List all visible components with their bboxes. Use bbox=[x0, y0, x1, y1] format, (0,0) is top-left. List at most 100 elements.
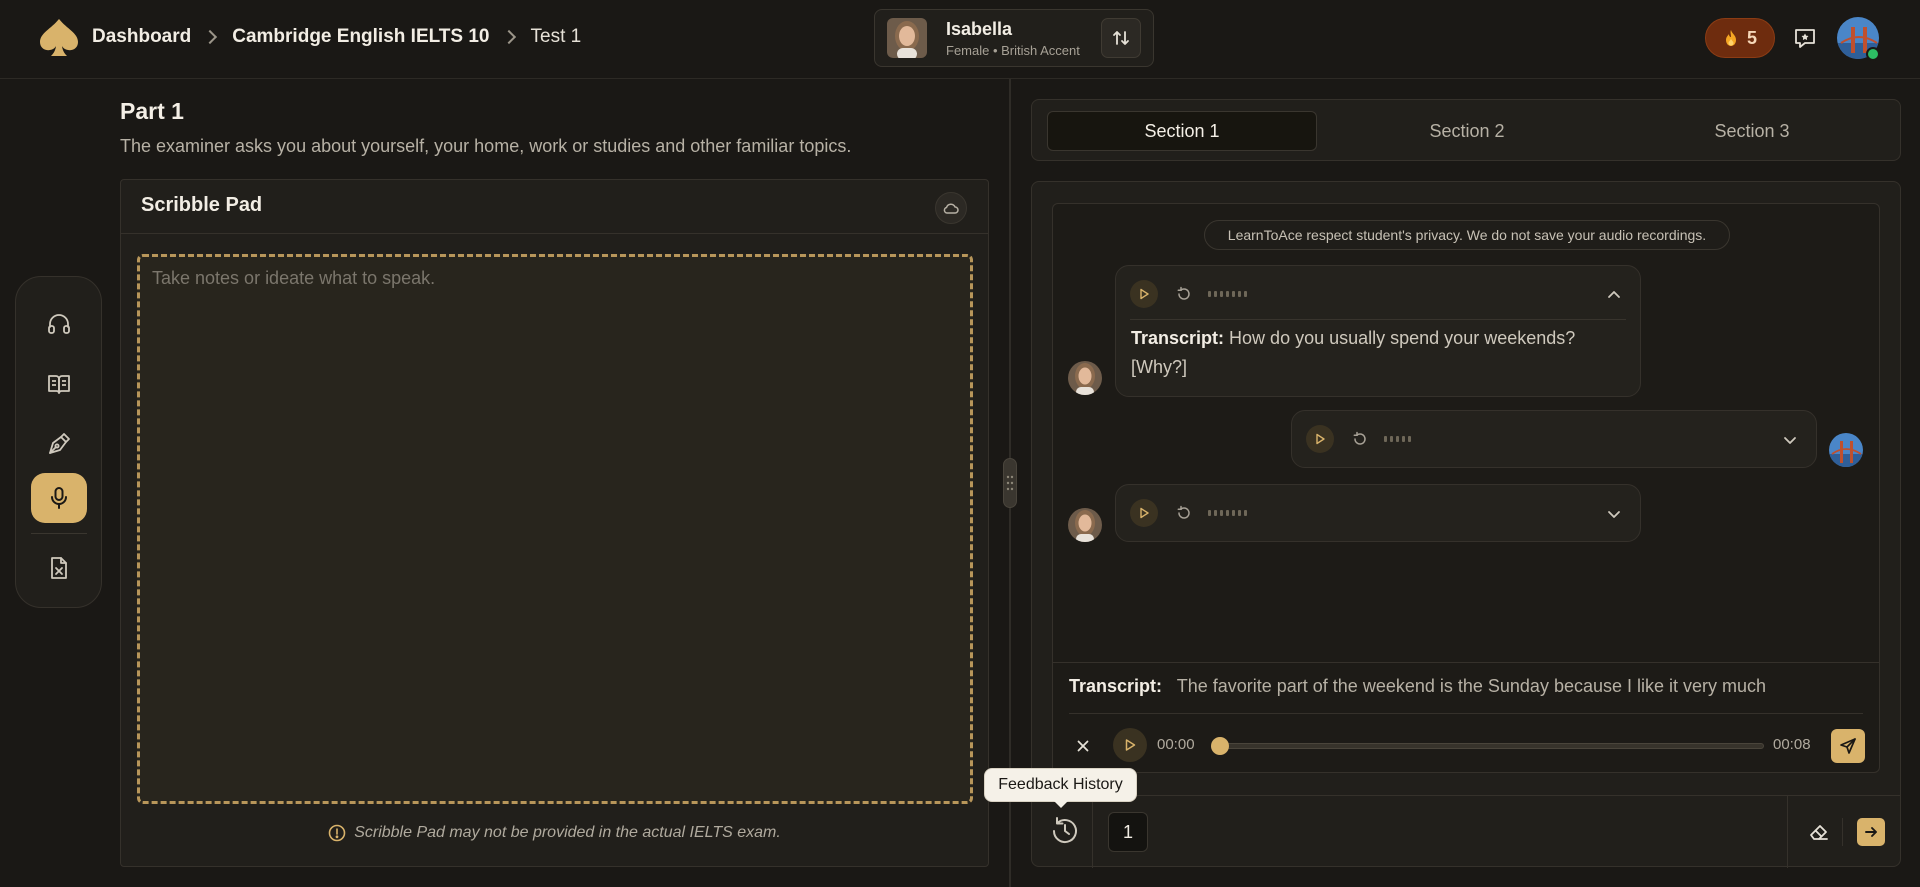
spade-logo-icon[interactable] bbox=[37, 17, 81, 59]
close-icon[interactable] bbox=[1073, 736, 1093, 756]
examiner-avatar bbox=[887, 18, 927, 58]
current-time: 00:00 bbox=[1157, 736, 1195, 753]
live-transcript: Transcript: The favorite part of the wee… bbox=[1069, 676, 1766, 697]
headphones-icon bbox=[48, 314, 70, 334]
file-x-icon bbox=[51, 557, 67, 579]
send-icon bbox=[1840, 738, 1856, 754]
chevron-right-icon bbox=[203, 29, 218, 45]
footer-separator bbox=[1787, 796, 1788, 868]
next-button[interactable] bbox=[1857, 818, 1885, 846]
open-book-icon bbox=[48, 375, 70, 394]
alert-circle-icon bbox=[328, 824, 346, 842]
panel-footer: 1 bbox=[1032, 795, 1900, 868]
replay-icon[interactable] bbox=[1352, 431, 1368, 447]
top-bar: Dashboard Cambridge English IELTS 10 Tes… bbox=[0, 0, 1920, 79]
splitter-drag-handle[interactable] bbox=[1003, 458, 1017, 508]
breadcrumb-dashboard[interactable]: Dashboard bbox=[92, 26, 191, 48]
live-transcript-label: Transcript: bbox=[1069, 676, 1163, 696]
examiner-message-avatar bbox=[1068, 361, 1102, 395]
privacy-notice: LearnToAce respect student's privacy. We… bbox=[1204, 220, 1730, 250]
chevron-down-icon[interactable] bbox=[1606, 506, 1622, 522]
examiner-transcript: Transcript: How do you usually spend you… bbox=[1131, 324, 1621, 382]
scribble-pad-note: Scribble Pad may not be provided in the … bbox=[121, 824, 988, 842]
chevron-up-icon[interactable] bbox=[1606, 287, 1622, 303]
feedback-history-tooltip: Feedback History bbox=[984, 768, 1137, 802]
voice-details: Female • British Accent bbox=[946, 43, 1080, 58]
recorder-divider bbox=[1069, 713, 1863, 714]
audio-waveform bbox=[1208, 291, 1247, 297]
play-icon bbox=[1140, 507, 1149, 519]
examiner-voice-card: Isabella Female • British Accent bbox=[874, 9, 1154, 67]
breadcrumb-book[interactable]: Cambridge English IELTS 10 bbox=[232, 26, 489, 48]
cloud-icon bbox=[943, 203, 959, 214]
audio-waveform bbox=[1384, 436, 1411, 442]
rail-speaking[interactable] bbox=[31, 473, 87, 523]
chevron-down-icon[interactable] bbox=[1782, 432, 1798, 448]
tooltip-arrow bbox=[1054, 801, 1068, 808]
tab-section-1[interactable]: Section 1 bbox=[1047, 111, 1317, 151]
play-audio-button[interactable] bbox=[1130, 499, 1158, 527]
conversation-area: LearnToAce respect student's privacy. We… bbox=[1052, 203, 1880, 773]
replay-icon[interactable] bbox=[1176, 505, 1192, 521]
online-status-dot bbox=[1866, 47, 1880, 61]
scribble-pad: Scribble Pad Scribble Pad may not be pro… bbox=[120, 179, 989, 867]
play-audio-button[interactable] bbox=[1306, 425, 1334, 453]
streak-badge[interactable]: 5 bbox=[1705, 18, 1775, 58]
section-tabs: Section 1 Section 2 Section 3 bbox=[1031, 99, 1901, 161]
recorder-divider bbox=[1053, 662, 1879, 663]
rail-reading[interactable] bbox=[31, 359, 87, 409]
transcript-label: Transcript: bbox=[1131, 328, 1225, 348]
eraser-icon[interactable] bbox=[1807, 820, 1831, 844]
scribble-textarea[interactable] bbox=[137, 254, 973, 804]
part-description: The examiner asks you about yourself, yo… bbox=[120, 136, 852, 156]
play-recording-button[interactable] bbox=[1113, 728, 1147, 762]
play-icon bbox=[1316, 433, 1325, 445]
audio-waveform bbox=[1208, 510, 1247, 516]
chevron-right-icon bbox=[501, 29, 516, 45]
examiner-message-avatar bbox=[1068, 508, 1102, 542]
examiner-message-bubble bbox=[1115, 484, 1641, 542]
pen-nib-icon bbox=[49, 433, 70, 454]
voice-name: Isabella bbox=[946, 19, 1013, 39]
playback-thumb[interactable] bbox=[1211, 737, 1229, 755]
feedback-message-icon[interactable] bbox=[1792, 25, 1818, 51]
play-icon bbox=[1125, 739, 1136, 751]
play-icon bbox=[1140, 288, 1149, 300]
speaking-panel: LearnToAce respect student's privacy. We… bbox=[1031, 181, 1901, 868]
play-audio-button[interactable] bbox=[1130, 280, 1158, 308]
rail-writing[interactable] bbox=[31, 419, 87, 469]
scribble-pad-title: Scribble Pad bbox=[141, 194, 263, 216]
live-transcript-text: The favorite part of the weekend is the … bbox=[1176, 676, 1767, 696]
send-recording-button[interactable] bbox=[1831, 729, 1865, 763]
scribble-pad-header: Scribble Pad bbox=[121, 180, 988, 234]
streak-count: 5 bbox=[1746, 27, 1757, 48]
user-message-bubble bbox=[1291, 410, 1817, 468]
scribble-pad-note-text: Scribble Pad may not be provided in the … bbox=[354, 824, 781, 841]
swap-voice-button[interactable] bbox=[1101, 18, 1141, 58]
footer-separator bbox=[1092, 796, 1093, 868]
part-title: Part 1 bbox=[120, 98, 184, 124]
rail-exit-test[interactable] bbox=[31, 543, 87, 593]
flame-icon bbox=[1725, 30, 1736, 46]
tab-section-2[interactable]: Section 2 bbox=[1332, 111, 1602, 151]
total-time: 00:08 bbox=[1773, 736, 1811, 753]
cloud-sync-button[interactable] bbox=[935, 192, 967, 224]
tab-section-3[interactable]: Section 3 bbox=[1617, 111, 1887, 151]
history-icon[interactable] bbox=[1048, 814, 1082, 848]
microphone-icon bbox=[51, 487, 67, 509]
footer-separator bbox=[1842, 818, 1843, 846]
breadcrumb-current: Test 1 bbox=[530, 26, 582, 47]
arrow-right-icon bbox=[1865, 827, 1877, 837]
swap-vertical-icon bbox=[1113, 31, 1129, 45]
recording-player: 00:00 00:08 bbox=[1053, 726, 1879, 766]
bubble-divider bbox=[1130, 319, 1626, 320]
user-message-avatar bbox=[1829, 433, 1863, 467]
breadcrumb: Dashboard Cambridge English IELTS 10 Tes… bbox=[92, 26, 581, 48]
replay-icon[interactable] bbox=[1176, 286, 1192, 302]
question-number[interactable]: 1 bbox=[1108, 812, 1148, 852]
rail-divider bbox=[31, 533, 87, 534]
playback-track[interactable] bbox=[1219, 743, 1764, 749]
grip-icon bbox=[1006, 475, 1014, 491]
module-rail bbox=[15, 276, 102, 608]
rail-listening[interactable] bbox=[31, 299, 87, 349]
